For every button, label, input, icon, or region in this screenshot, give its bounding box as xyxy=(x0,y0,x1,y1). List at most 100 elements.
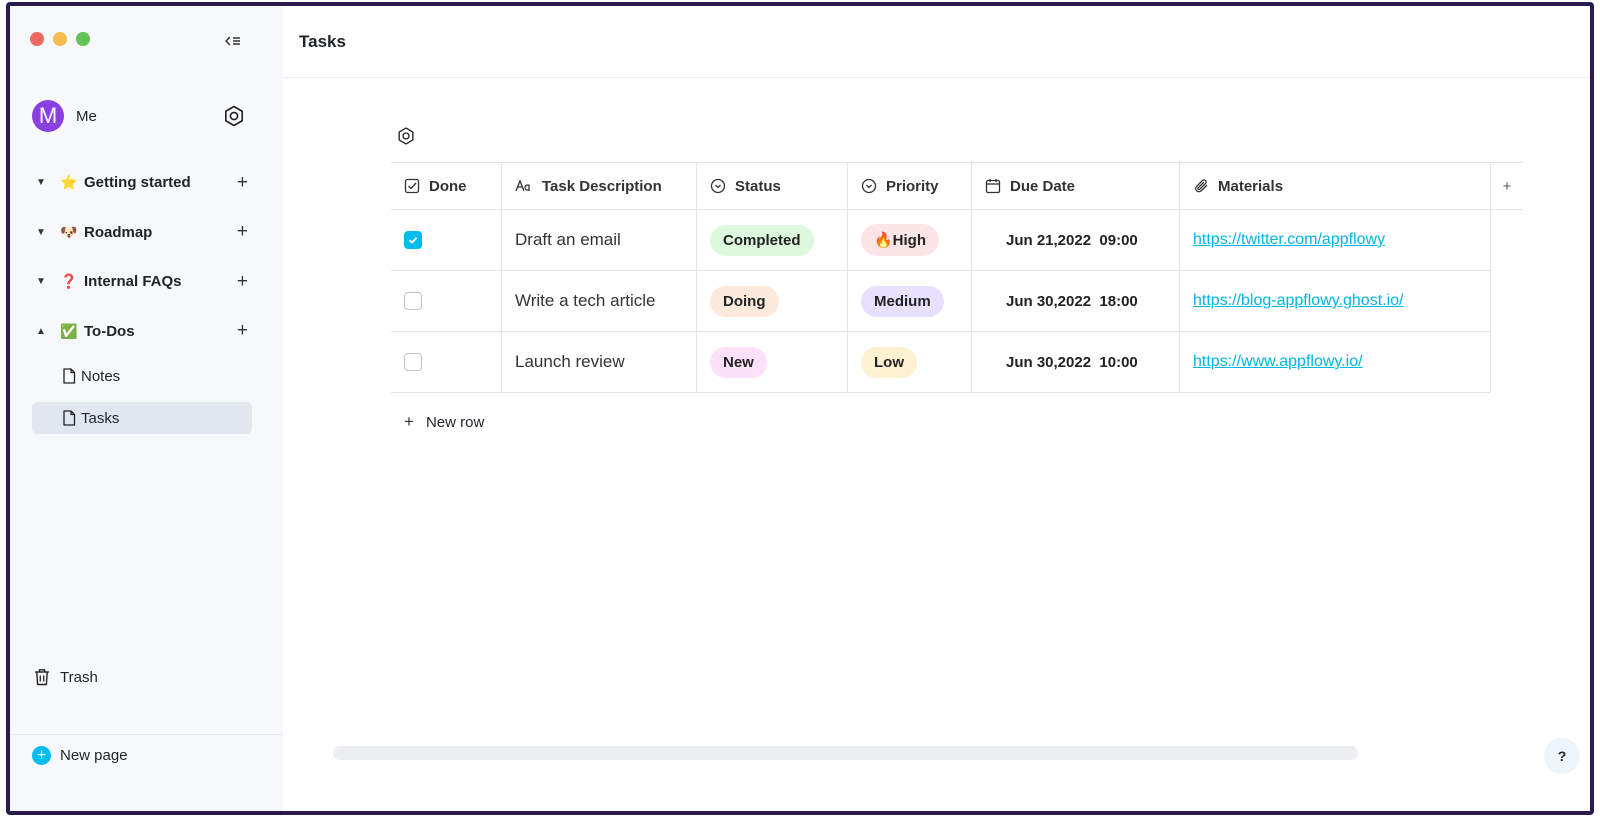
divider xyxy=(10,734,283,735)
status-cell[interactable]: New xyxy=(697,332,848,393)
user-name: Me xyxy=(76,107,97,125)
document-icon xyxy=(63,368,76,384)
add-page-button[interactable]: + xyxy=(237,320,248,342)
new-row-button[interactable]: + New row xyxy=(404,412,484,432)
column-header-task-description[interactable]: Task Description xyxy=(502,162,697,210)
column-header-priority[interactable]: Priority xyxy=(848,162,972,210)
app-window: M Me ▼ ⭐ Getting started + ▼ 🐶 Roadmap + xyxy=(6,2,1594,815)
caret-up-icon[interactable]: ▲ xyxy=(32,326,50,337)
help-button[interactable]: ? xyxy=(1544,738,1580,774)
status-cell[interactable]: Completed xyxy=(697,210,848,271)
table-row: Draft an email Completed 🔥High Jun 21,20… xyxy=(391,210,1523,271)
sidebar-item-roadmap[interactable]: ▼ 🐶 Roadmap + xyxy=(32,208,252,258)
table-row: Write a tech article Doing Medium Jun 30… xyxy=(391,271,1523,332)
caret-down-icon[interactable]: ▼ xyxy=(32,227,50,238)
done-cell xyxy=(391,271,502,332)
done-checkbox[interactable] xyxy=(404,292,422,310)
materials-link[interactable]: https://twitter.com/appflowy xyxy=(1193,231,1385,249)
avatar: M xyxy=(32,100,64,132)
row-spacer xyxy=(1491,271,1523,332)
new-page-label: New page xyxy=(60,747,128,764)
due-date: Jun 30,2022 10:00 xyxy=(1006,353,1138,371)
add-page-button[interactable]: + xyxy=(237,271,248,293)
page-header: Tasks xyxy=(283,6,1590,78)
column-header-label: Priority xyxy=(886,177,939,195)
close-window-button[interactable] xyxy=(30,32,44,46)
caret-down-icon[interactable]: ▼ xyxy=(32,177,50,188)
materials-cell: https://www.appflowy.io/ xyxy=(1180,332,1491,393)
sidebar-item-label: Roadmap xyxy=(84,223,153,241)
done-checkbox[interactable] xyxy=(404,353,422,371)
trash-button[interactable]: Trash xyxy=(34,668,98,686)
status-tag: Completed xyxy=(710,224,814,256)
window-controls xyxy=(30,32,90,46)
sidebar-item-getting-started[interactable]: ▼ ⭐ Getting started + xyxy=(32,158,252,208)
status-tag: Doing xyxy=(710,285,779,317)
minimize-window-button[interactable] xyxy=(53,32,67,46)
status-cell[interactable]: Doing xyxy=(697,271,848,332)
star-icon: ⭐ xyxy=(60,174,78,191)
sidebar-item-internal-faqs[interactable]: ▼ ❓ Internal FAQs + xyxy=(32,257,252,307)
caret-down-icon[interactable]: ▼ xyxy=(32,276,50,287)
description-cell[interactable]: Draft an email xyxy=(502,210,697,271)
plus-circle-icon: + xyxy=(32,746,51,765)
select-icon xyxy=(710,178,726,194)
new-page-button[interactable]: + New page xyxy=(32,746,128,765)
priority-tag: Low xyxy=(861,346,917,378)
task-description: Draft an email xyxy=(515,230,621,249)
column-header-label: Due Date xyxy=(1010,177,1076,195)
add-column-button[interactable]: + xyxy=(1491,162,1523,210)
sidebar-item-label: Internal FAQs xyxy=(84,273,182,291)
due-date-cell[interactable]: Jun 30,2022 10:00 xyxy=(972,332,1180,393)
column-header-status[interactable]: Status xyxy=(697,162,848,210)
paperclip-icon xyxy=(1195,179,1208,193)
column-header-materials[interactable]: Materials xyxy=(1180,162,1491,210)
checkbox-icon xyxy=(404,178,420,194)
column-header-due-date[interactable]: Due Date xyxy=(972,162,1180,210)
description-cell[interactable]: Write a tech article xyxy=(502,271,697,332)
materials-link[interactable]: https://blog-appflowy.ghost.io/ xyxy=(1193,292,1404,310)
settings-button[interactable] xyxy=(222,104,246,128)
column-header-done[interactable]: Done xyxy=(391,162,502,210)
trash-icon xyxy=(35,669,49,686)
priority-tag: Medium xyxy=(861,285,944,317)
materials-cell: https://blog-appflowy.ghost.io/ xyxy=(1180,271,1491,332)
zoom-window-button[interactable] xyxy=(76,32,90,46)
dog-icon: 🐶 xyxy=(60,223,78,240)
main-content: Tasks Done Task Description Status Prior… xyxy=(283,6,1590,811)
sidebar-item-label: Tasks xyxy=(81,409,120,427)
task-description: Write a tech article xyxy=(515,291,656,310)
new-row-label: New row xyxy=(425,413,485,431)
select-icon xyxy=(861,178,877,194)
done-cell xyxy=(391,210,502,271)
calendar-icon xyxy=(985,179,1001,194)
gear-icon xyxy=(225,105,243,127)
priority-cell[interactable]: Low xyxy=(848,332,972,393)
sidebar-item-notes[interactable]: Notes xyxy=(32,360,252,392)
collapse-sidebar-button[interactable] xyxy=(222,31,244,51)
add-page-button[interactable]: + xyxy=(237,221,248,243)
due-date: Jun 21,2022 09:00 xyxy=(1006,231,1138,249)
due-date-cell[interactable]: Jun 30,2022 18:00 xyxy=(972,271,1180,332)
priority-cell[interactable]: 🔥High xyxy=(848,210,972,271)
status-tag: New xyxy=(710,346,767,378)
description-cell[interactable]: Launch review xyxy=(502,332,697,393)
row-spacer xyxy=(1491,210,1523,271)
done-checkbox[interactable] xyxy=(404,231,422,249)
horizontal-scrollbar[interactable] xyxy=(333,746,1358,760)
collapse-sidebar-icon xyxy=(225,36,240,46)
materials-link[interactable]: https://www.appflowy.io/ xyxy=(1193,353,1363,371)
text-icon xyxy=(515,179,530,192)
table-row: Launch review New Low Jun 30,2022 10:00 … xyxy=(391,332,1523,393)
sidebar-item-to-dos[interactable]: ▲ ✅ To-Dos + xyxy=(32,307,252,357)
sidebar-item-tasks[interactable]: Tasks xyxy=(32,402,252,434)
add-page-button[interactable]: + xyxy=(237,172,248,194)
check-icon xyxy=(408,236,418,244)
task-description: Launch review xyxy=(515,352,625,371)
sidebar: M Me ▼ ⭐ Getting started + ▼ 🐶 Roadmap + xyxy=(10,6,283,811)
due-date-cell[interactable]: Jun 21,2022 09:00 xyxy=(972,210,1180,271)
priority-cell[interactable]: Medium xyxy=(848,271,972,332)
user-profile[interactable]: M Me xyxy=(32,98,246,134)
grid-settings-button[interactable] xyxy=(396,126,416,146)
done-cell xyxy=(391,332,502,393)
